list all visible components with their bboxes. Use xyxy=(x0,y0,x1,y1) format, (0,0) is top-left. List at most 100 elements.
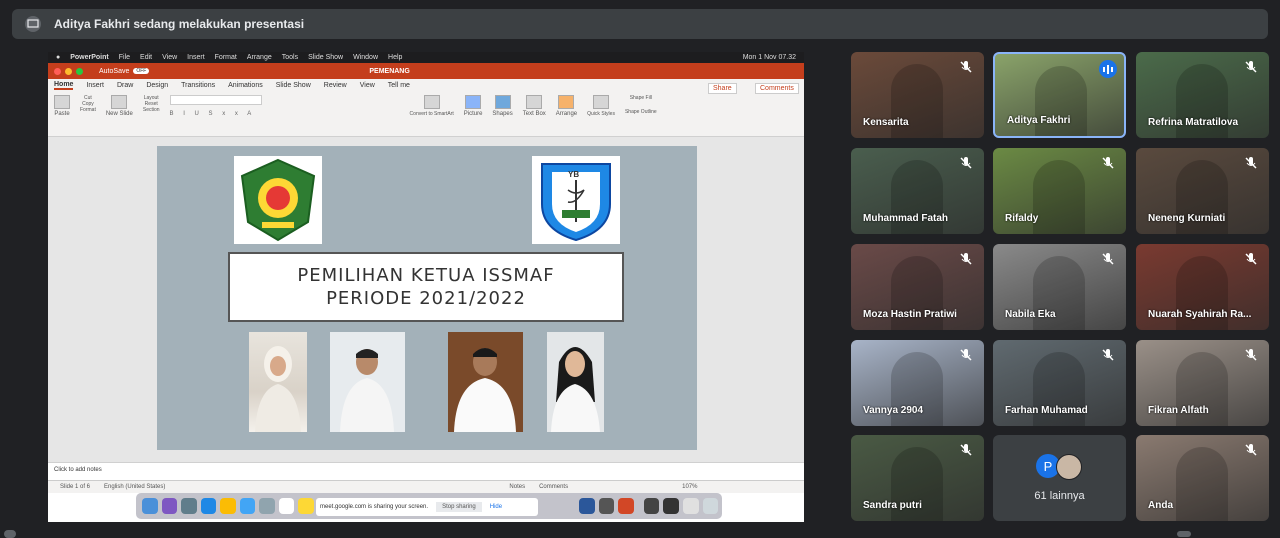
contacts-icon[interactable] xyxy=(259,498,275,514)
participant-tile[interactable]: Nuarah Syahirah Ra... xyxy=(1136,244,1269,330)
participant-tile[interactable]: Fikran Alfath xyxy=(1136,340,1269,426)
comments-toggle[interactable]: Comments xyxy=(539,484,568,490)
font-format-buttons[interactable]: B I U S x x A xyxy=(170,111,390,117)
participant-tile[interactable]: Sandra putri xyxy=(851,435,984,521)
menu-arrange[interactable]: Arrange xyxy=(247,54,272,61)
zoom-level[interactable]: 107% xyxy=(682,484,697,490)
slide[interactable]: YB PEMILIHAN KETUA ISSMAF PERIODE 2021/2… xyxy=(157,146,697,450)
candidate-photo-3 xyxy=(448,332,523,432)
menu-format[interactable]: Format xyxy=(215,54,237,61)
finder-icon[interactable] xyxy=(142,498,158,514)
participant-tile[interactable]: Muhammad Fatah xyxy=(851,148,984,234)
tab-transitions[interactable]: Transitions xyxy=(181,82,215,89)
tab-slideshow[interactable]: Slide Show xyxy=(276,82,311,89)
arrange-label: Arrange xyxy=(555,111,578,117)
ppt-titlebar: AutoSave OFF PEMENANG xyxy=(48,63,804,79)
person-silhouette-icon xyxy=(255,346,301,432)
word-app-icon[interactable] xyxy=(579,498,595,514)
participant-tile[interactable]: Neneng Kurniati xyxy=(1136,148,1269,234)
autosave-toggle[interactable]: OFF xyxy=(133,68,150,74)
menu-window[interactable]: Window xyxy=(353,54,378,61)
excel-app-icon[interactable] xyxy=(598,498,615,514)
slide-title-line2: PERIODE 2021/2022 xyxy=(326,288,526,309)
smartart-button[interactable]: Convert to SmartArt xyxy=(410,95,454,117)
participant-tile[interactable]: Rifaldy xyxy=(993,148,1126,234)
mic-muted-icon xyxy=(1102,157,1114,169)
notes-pane[interactable]: Click to add notes xyxy=(48,462,804,480)
terminal-icon[interactable] xyxy=(663,498,679,514)
school-emblem-icon xyxy=(240,158,316,242)
menu-insert[interactable]: Insert xyxy=(187,54,205,61)
chrome-icon[interactable] xyxy=(220,498,236,514)
menu-file[interactable]: File xyxy=(119,54,130,61)
tab-tellme[interactable]: Tell me xyxy=(388,82,410,89)
picture-button[interactable]: Picture xyxy=(464,95,482,117)
hide-button[interactable]: Hide xyxy=(490,504,502,510)
menu-help[interactable]: Help xyxy=(388,54,402,61)
participant-tile[interactable]: Refrina Matratilova xyxy=(1136,52,1269,138)
quick-styles-icon xyxy=(593,95,610,109)
share-button[interactable]: Share xyxy=(708,83,737,94)
paste-button[interactable]: Paste xyxy=(54,95,70,117)
shapes-button[interactable]: Shapes xyxy=(492,95,513,117)
launchpad-icon[interactable] xyxy=(181,498,197,514)
participant-tile[interactable]: Moza Hastin Pratiwi xyxy=(851,244,984,330)
siri-icon[interactable] xyxy=(161,498,178,514)
menu-tools[interactable]: Tools xyxy=(282,54,298,61)
trash-icon[interactable] xyxy=(702,498,719,514)
slide-title-box[interactable]: PEMILIHAN KETUA ISSMAF PERIODE 2021/2022 xyxy=(228,252,624,322)
participant-video xyxy=(1033,160,1085,234)
presentation-banner: Aditya Fakhri sedang melakukan presentas… xyxy=(12,9,1268,39)
textbox-button[interactable]: Text Box xyxy=(523,95,546,117)
tab-review[interactable]: Review xyxy=(324,82,347,89)
menu-view[interactable]: View xyxy=(162,54,177,61)
participant-tile[interactable]: Kensarita xyxy=(851,52,984,138)
powerpoint-app-icon[interactable] xyxy=(618,498,634,514)
notes-toggle[interactable]: Notes xyxy=(509,484,525,490)
tab-design[interactable]: Design xyxy=(146,82,168,89)
menu-slideshow[interactable]: Slide Show xyxy=(308,54,343,61)
participant-tile[interactable]: Anda xyxy=(1136,435,1269,521)
preview-icon[interactable] xyxy=(682,498,699,514)
quick-styles-button[interactable]: Quick Styles xyxy=(587,95,615,117)
shapes-label: Shapes xyxy=(492,111,513,117)
participant-tile[interactable]: Farhan Muhamad xyxy=(993,340,1126,426)
mail-icon[interactable] xyxy=(239,498,256,514)
new-slide-button[interactable]: New Slide xyxy=(106,95,133,117)
language-indicator[interactable]: English (United States) xyxy=(104,484,165,490)
tab-home[interactable]: Home xyxy=(54,81,74,90)
left-logo xyxy=(234,156,322,244)
shape-format-group[interactable]: Shape Fill Shape Outline xyxy=(625,95,657,115)
font-controls[interactable]: B I U S x x A xyxy=(169,95,390,125)
right-logo: YB xyxy=(532,156,620,244)
cut-button[interactable]: Cut Copy Format xyxy=(80,95,96,113)
font-name-field[interactable] xyxy=(169,95,262,105)
slide-title-line1: PEMILIHAN KETUA ISSMAF xyxy=(297,265,555,286)
stop-sharing-button[interactable]: Stop sharing xyxy=(436,502,482,512)
shape-fill-label: Shape Fill xyxy=(629,95,652,101)
menu-app[interactable]: PowerPoint xyxy=(70,54,109,61)
tab-insert[interactable]: Insert xyxy=(86,82,104,89)
scroll-indicator[interactable] xyxy=(1177,531,1191,537)
calendar-icon[interactable] xyxy=(278,498,295,514)
device-icon[interactable] xyxy=(643,498,660,514)
mac-clock: Mon 1 Nov 07.32 xyxy=(742,54,796,61)
maximize-window-icon[interactable] xyxy=(76,67,83,75)
participant-tile[interactable]: Aditya Fakhri xyxy=(993,52,1126,138)
more-participants-tile[interactable]: P 61 lainnya xyxy=(993,435,1126,521)
tab-draw[interactable]: Draw xyxy=(117,82,133,89)
menu-edit[interactable]: Edit xyxy=(140,54,152,61)
participant-tile[interactable]: Nabila Eka xyxy=(993,244,1126,330)
tab-view[interactable]: View xyxy=(360,82,375,89)
notes-app-icon[interactable] xyxy=(298,498,314,514)
arrange-button[interactable]: Arrange xyxy=(556,95,577,117)
comments-button[interactable]: Comments xyxy=(755,83,799,94)
tab-animations[interactable]: Animations xyxy=(228,82,263,89)
word-icon[interactable] xyxy=(560,498,576,514)
layout-group[interactable]: Layout Reset Section xyxy=(143,95,160,113)
close-window-icon[interactable] xyxy=(54,67,61,75)
minimize-window-icon[interactable] xyxy=(65,67,72,75)
participant-tile[interactable]: Vannya 2904 xyxy=(851,340,984,426)
participant-name: Kensarita xyxy=(863,117,909,128)
safari-icon[interactable] xyxy=(200,498,217,514)
